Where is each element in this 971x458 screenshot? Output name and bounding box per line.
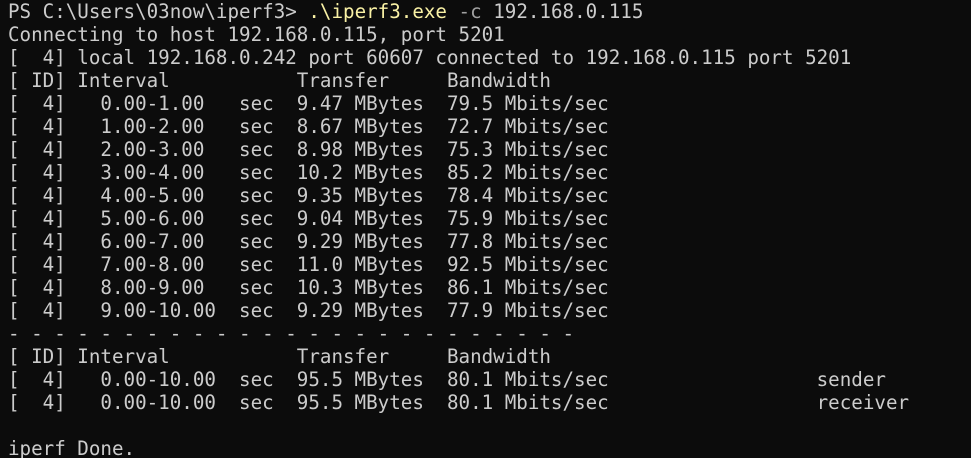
interval-row: [ 4] 8.00-9.00 sec 10.3 MBytes 86.1 Mbit…: [8, 276, 609, 299]
command-flag: -c: [458, 0, 482, 23]
command-exe: .\iperf3.exe: [308, 0, 447, 23]
local-connection-line: [ 4] local 192.168.0.242 port 60607 conn…: [8, 46, 852, 69]
summary-row-sender: [ 4] 0.00-10.00 sec 95.5 MBytes 80.1 Mbi…: [8, 368, 886, 391]
interval-row: [ 4] 2.00-3.00 sec 8.98 MBytes 75.3 Mbit…: [8, 138, 609, 161]
interval-row: [ 4] 6.00-7.00 sec 9.29 MBytes 77.8 Mbit…: [8, 230, 609, 253]
command-line: PS C:\Users\03now\iperf3> .\iperf3.exe -…: [8, 0, 971, 23]
connecting-line: Connecting to host 192.168.0.115, port 5…: [8, 23, 505, 46]
prompt: PS C:\Users\03now\iperf3>: [8, 0, 309, 23]
interval-row: [ 4] 9.00-10.00 sec 9.29 MBytes 77.9 Mbi…: [8, 299, 609, 322]
interval-row: [ 4] 3.00-4.00 sec 10.2 MBytes 85.2 Mbit…: [8, 161, 609, 184]
table-header: [ ID] Interval Transfer Bandwidth: [8, 69, 551, 92]
interval-row: [ 4] 7.00-8.00 sec 11.0 MBytes 92.5 Mbit…: [8, 253, 609, 276]
interval-row: [ 4] 0.00-1.00 sec 9.47 MBytes 79.5 Mbit…: [8, 92, 609, 115]
command-arg: 192.168.0.115: [493, 0, 644, 23]
separator-line: - - - - - - - - - - - - - - - - - - - - …: [8, 322, 575, 345]
done-line: iperf Done.: [8, 437, 136, 458]
summary-row-receiver: [ 4] 0.00-10.00 sec 95.5 MBytes 80.1 Mbi…: [8, 391, 910, 414]
interval-row: [ 4] 5.00-6.00 sec 9.04 MBytes 75.9 Mbit…: [8, 207, 609, 230]
terminal-window[interactable]: PS C:\Users\03now\iperf3> .\iperf3.exe -…: [0, 0, 971, 458]
summary-header: [ ID] Interval Transfer Bandwidth: [8, 345, 551, 368]
interval-row: [ 4] 4.00-5.00 sec 9.35 MBytes 78.4 Mbit…: [8, 184, 609, 207]
interval-row: [ 4] 1.00-2.00 sec 8.67 MBytes 72.7 Mbit…: [8, 115, 609, 138]
